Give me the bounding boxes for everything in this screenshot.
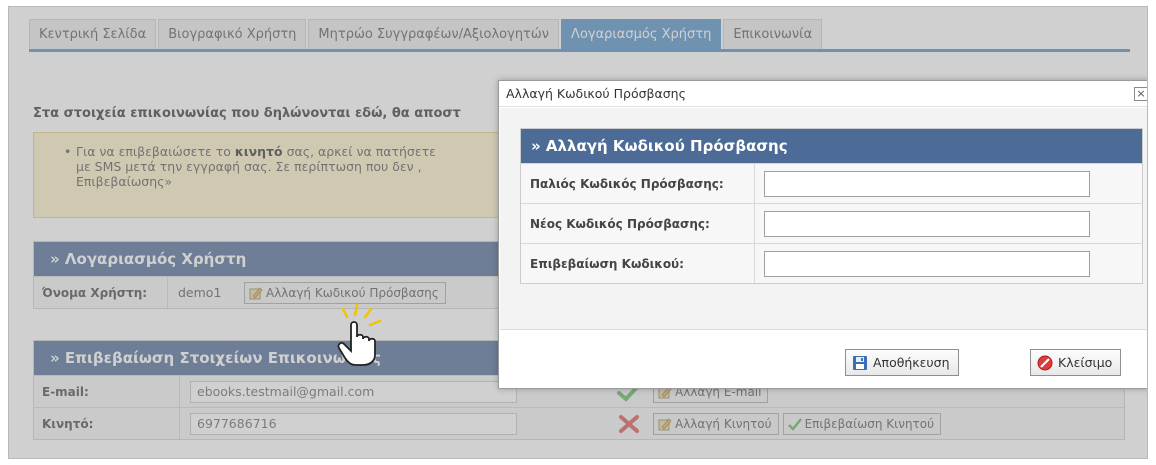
old-password-row: Παλιός Κωδικός Πρόσβασης: — [521, 163, 1142, 203]
dialog-title: Αλλαγή Κωδικού Πρόσβασης — [506, 86, 686, 101]
cancel-icon — [1037, 355, 1053, 370]
confirm-password-input[interactable] — [764, 250, 1090, 277]
floppy-disk-icon — [853, 355, 867, 370]
page: Κεντρική Σελίδα Βιογραφικό Χρήστη Μητρώο… — [8, 6, 1148, 459]
hand-pointer-icon — [337, 303, 382, 366]
new-password-row: Νέος Κωδικός Πρόσβασης: — [521, 203, 1142, 243]
dialog-footer: Αποθήκευση Κλείσιμο — [499, 331, 1147, 389]
new-password-label: Νέος Κωδικός Πρόσβασης: — [521, 204, 755, 243]
old-password-label: Παλιός Κωδικός Πρόσβασης: — [521, 164, 755, 203]
password-form-title: » Αλλαγή Κωδικού Πρόσβασης — [521, 129, 1142, 163]
password-form: » Αλλαγή Κωδικού Πρόσβασης Παλιός Κωδικό… — [520, 128, 1143, 284]
dialog-title-bar: Αλλαγή Κωδικού Πρόσβασης × — [499, 81, 1147, 107]
dialog-close-button[interactable]: × — [1134, 87, 1147, 101]
confirm-password-label: Επιβεβαίωση Κωδικού: — [521, 244, 755, 283]
old-password-input[interactable] — [764, 170, 1090, 197]
save-button[interactable]: Αποθήκευση — [845, 349, 959, 376]
confirm-password-row: Επιβεβαίωση Κωδικού: — [521, 243, 1142, 283]
close-button[interactable]: Κλείσιμο — [1030, 349, 1122, 376]
new-password-input[interactable] — [764, 210, 1090, 237]
dialog-body: » Αλλαγή Κωδικού Πρόσβασης Παλιός Κωδικό… — [500, 108, 1147, 330]
change-password-dialog: Αλλαγή Κωδικού Πρόσβασης × » Αλλαγή Κωδι… — [498, 80, 1147, 389]
